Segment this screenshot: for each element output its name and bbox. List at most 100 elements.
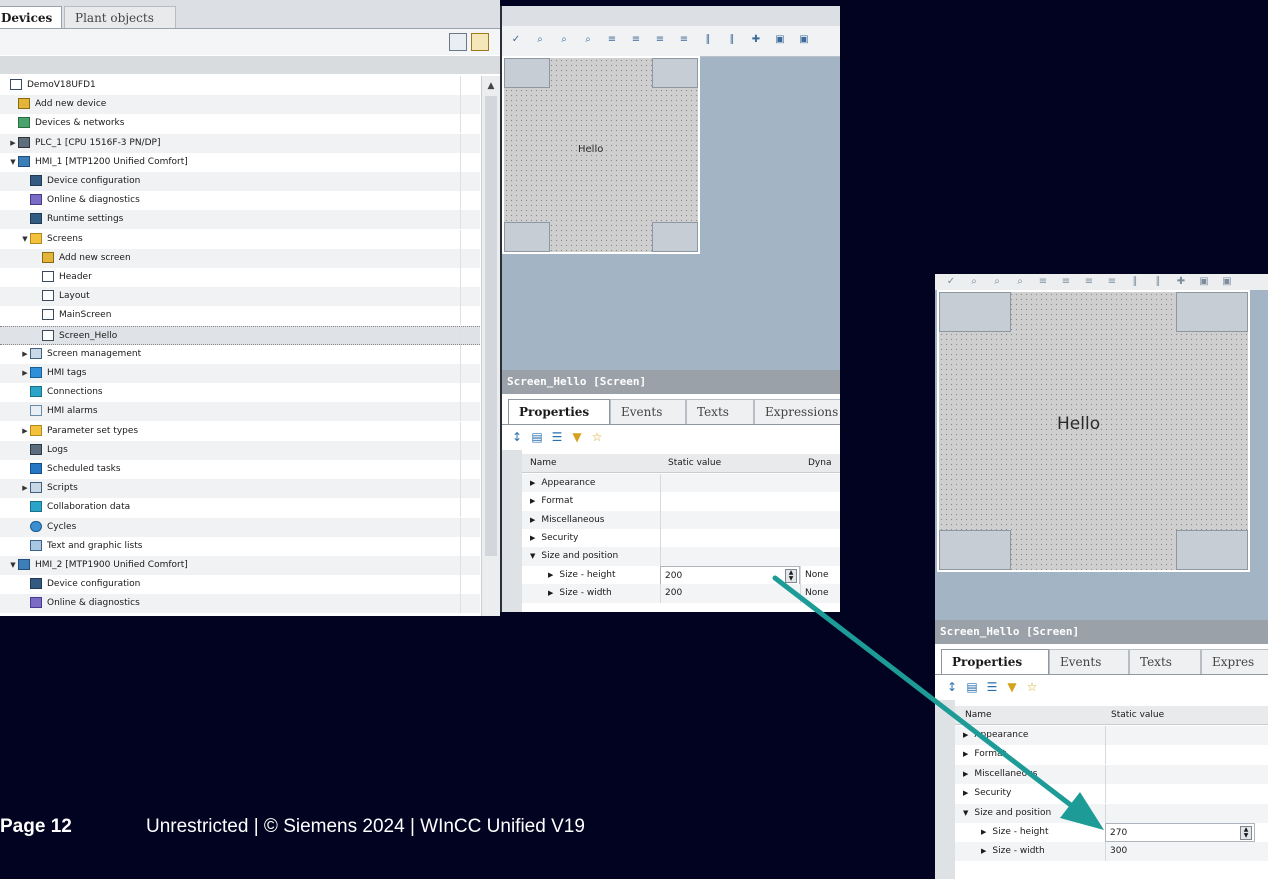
- screen-canvas[interactable]: Hello: [502, 56, 700, 254]
- zoomed-ungroup-icon[interactable]: ▣: [1221, 276, 1233, 288]
- zoomed-property-group-row[interactable]: ▼ Size and position: [955, 803, 1268, 823]
- expand-arrow-icon[interactable]: ▶: [548, 571, 553, 579]
- tree-item[interactable]: Device configuration: [0, 575, 480, 595]
- expand-arrow-icon[interactable]: ▶: [963, 731, 968, 739]
- tree-item[interactable]: Text and graphic lists: [0, 536, 480, 556]
- tree-item[interactable]: Scheduled tasks: [0, 460, 480, 479]
- zoomed-tab-events[interactable]: Events: [1049, 649, 1129, 674]
- filter-icon[interactable]: ▼: [570, 430, 584, 444]
- zoomed-distribute-v-icon[interactable]: ∥: [1152, 276, 1164, 288]
- zoomed-zoom-out-icon[interactable]: ⌕: [991, 276, 1003, 288]
- zoomed-align-top-icon[interactable]: ≡: [1106, 276, 1118, 288]
- sort-icon[interactable]: ↕: [510, 430, 524, 444]
- collapse-arrow-icon[interactable]: ▼: [20, 230, 30, 249]
- expand-arrow-icon[interactable]: ▶: [530, 497, 535, 505]
- zoom-out-icon[interactable]: ⌕: [558, 34, 570, 46]
- zoomed-zoom-fit-icon[interactable]: ⌕: [1014, 276, 1026, 288]
- zoomed-align-left-icon[interactable]: ≡: [1037, 276, 1049, 288]
- tree-item[interactable]: Add new screen: [0, 248, 480, 268]
- zoomed-property-group-row[interactable]: ▶ Format: [955, 745, 1268, 765]
- expand-arrow-icon[interactable]: ▶: [530, 516, 535, 524]
- expand-arrow-icon[interactable]: ▶: [20, 422, 30, 441]
- expand-arrow-icon[interactable]: ▶: [981, 828, 986, 836]
- property-group-row[interactable]: ▶ Format: [522, 492, 840, 512]
- expand-arrow-icon[interactable]: ▶: [530, 534, 535, 542]
- tab-plant-objects[interactable]: Plant objects: [64, 6, 176, 28]
- group-icon[interactable]: ▣: [774, 34, 786, 46]
- zoomed-tab-texts[interactable]: Texts: [1129, 649, 1201, 674]
- expand-arrow-icon[interactable]: ▶: [963, 770, 968, 778]
- tree-item[interactable]: Runtime settings: [0, 210, 480, 230]
- expand-arrow-icon[interactable]: ▶: [20, 479, 30, 498]
- zoomed-align-center-icon[interactable]: ≡: [1060, 276, 1072, 288]
- property-group-row[interactable]: ▶ Security: [522, 528, 840, 548]
- tree-item[interactable]: DemoV18UFD1: [0, 76, 480, 95]
- zoomed-hello-text[interactable]: Hello: [1057, 414, 1100, 434]
- tab-properties[interactable]: Properties: [508, 399, 610, 424]
- zoomed-group-icon[interactable]: ▣: [1198, 276, 1210, 288]
- zoomed-size-height-row[interactable]: ▶ Size - height 270 ▲ ▼: [955, 823, 1268, 842]
- zoomed-list-icon[interactable]: ☰: [985, 680, 999, 694]
- zoomed-tab-properties[interactable]: Properties: [941, 649, 1049, 674]
- zoomed-size-height-static-value[interactable]: 270 ▲ ▼: [1105, 823, 1255, 842]
- tree-item[interactable]: ▶ Parameter set types: [0, 421, 480, 441]
- size-width-dynamic-value[interactable]: None: [800, 583, 840, 603]
- ungroup-icon[interactable]: ▣: [798, 34, 810, 46]
- size-width-static-value[interactable]: 200: [660, 583, 800, 603]
- expand-arrow-icon[interactable]: ▶: [548, 589, 553, 597]
- expand-arrow-icon[interactable]: ▶: [20, 345, 30, 364]
- collapse-arrow-icon[interactable]: ▼: [8, 556, 18, 575]
- align-center-icon[interactable]: ≡: [630, 34, 642, 46]
- tree-item[interactable]: ▶ Scripts: [0, 479, 480, 499]
- tree-item[interactable]: ▼ HMI_2 [MTP1900 Unified Comfort]: [0, 556, 480, 575]
- property-group-row[interactable]: ▶ Appearance: [522, 474, 840, 493]
- zoomed-favorite-icon[interactable]: ☆: [1025, 680, 1039, 694]
- group-icon[interactable]: ▤: [530, 430, 544, 444]
- size-height-row[interactable]: ▶ Size - height 200 ▲ ▼ None: [522, 565, 840, 585]
- expand-arrow-icon[interactable]: ▶: [963, 789, 968, 797]
- zoomed-screen-canvas[interactable]: Hello: [937, 290, 1250, 572]
- tab-texts[interactable]: Texts: [686, 399, 754, 424]
- tree-item[interactable]: Device configuration: [0, 172, 480, 191]
- tree-item[interactable]: Devices & networks: [0, 114, 480, 134]
- tree-item[interactable]: Layout: [0, 287, 480, 307]
- zoom-fit-icon[interactable]: ⌕: [582, 34, 594, 46]
- tree-item[interactable]: ▶ Screen management: [0, 344, 480, 364]
- property-group-row[interactable]: ▶ Miscellaneous: [522, 510, 840, 530]
- zoomed-property-group-row[interactable]: ▶ Security: [955, 784, 1268, 804]
- zoomed-filter-icon[interactable]: ▼: [1005, 680, 1019, 694]
- add-item-icon[interactable]: [471, 33, 489, 51]
- zoomed-property-group-row[interactable]: ▶ Miscellaneous: [955, 764, 1268, 784]
- hello-text[interactable]: Hello: [578, 144, 603, 155]
- collapse-arrow-icon[interactable]: ▼: [530, 552, 535, 560]
- align-right-icon[interactable]: ≡: [654, 34, 666, 46]
- tree-item[interactable]: Online & diagnostics: [0, 191, 480, 211]
- zoomed-pointer-icon[interactable]: ✓: [945, 276, 957, 288]
- zoomed-tab-expressions[interactable]: Expres: [1201, 649, 1268, 674]
- tree-scrollbar[interactable]: ▲: [481, 76, 500, 616]
- pointer-icon[interactable]: ✓: [510, 34, 522, 46]
- scroll-up-icon[interactable]: ▲: [484, 80, 498, 92]
- tree-item[interactable]: Cycles: [0, 517, 480, 537]
- tree-item[interactable]: ▶ HMI tags: [0, 364, 480, 383]
- zoomed-size-width-static-value[interactable]: 300: [1105, 842, 1255, 862]
- scroll-thumb[interactable]: [485, 96, 497, 556]
- expand-arrow-icon[interactable]: ▶: [20, 364, 30, 383]
- tree-item[interactable]: ▼ HMI_1 [MTP1200 Unified Comfort]: [0, 152, 480, 172]
- zoomed-center-icon[interactable]: ✚: [1175, 276, 1187, 288]
- tree-item[interactable]: Logs: [0, 440, 480, 460]
- distribute-h-icon[interactable]: ∥: [702, 34, 714, 46]
- expand-arrow-icon[interactable]: ▶: [981, 847, 986, 855]
- size-height-static-value[interactable]: 200 ▲ ▼: [660, 565, 800, 585]
- zoomed-spinner-icon[interactable]: ▲ ▼: [1240, 826, 1252, 840]
- tab-events[interactable]: Events: [610, 399, 686, 424]
- expand-arrow-icon[interactable]: ▶: [8, 134, 18, 153]
- zoomed-align-right-icon[interactable]: ≡: [1083, 276, 1095, 288]
- tree-item[interactable]: MainScreen: [0, 306, 480, 326]
- tree-item[interactable]: Collaboration data: [0, 498, 480, 518]
- tree-item[interactable]: HMI alarms: [0, 402, 480, 422]
- tree-item[interactable]: Add new device: [0, 95, 480, 115]
- favorite-icon[interactable]: ☆: [590, 430, 604, 444]
- spinner-icon[interactable]: ▲ ▼: [785, 568, 797, 583]
- tree-item[interactable]: Header: [0, 268, 480, 287]
